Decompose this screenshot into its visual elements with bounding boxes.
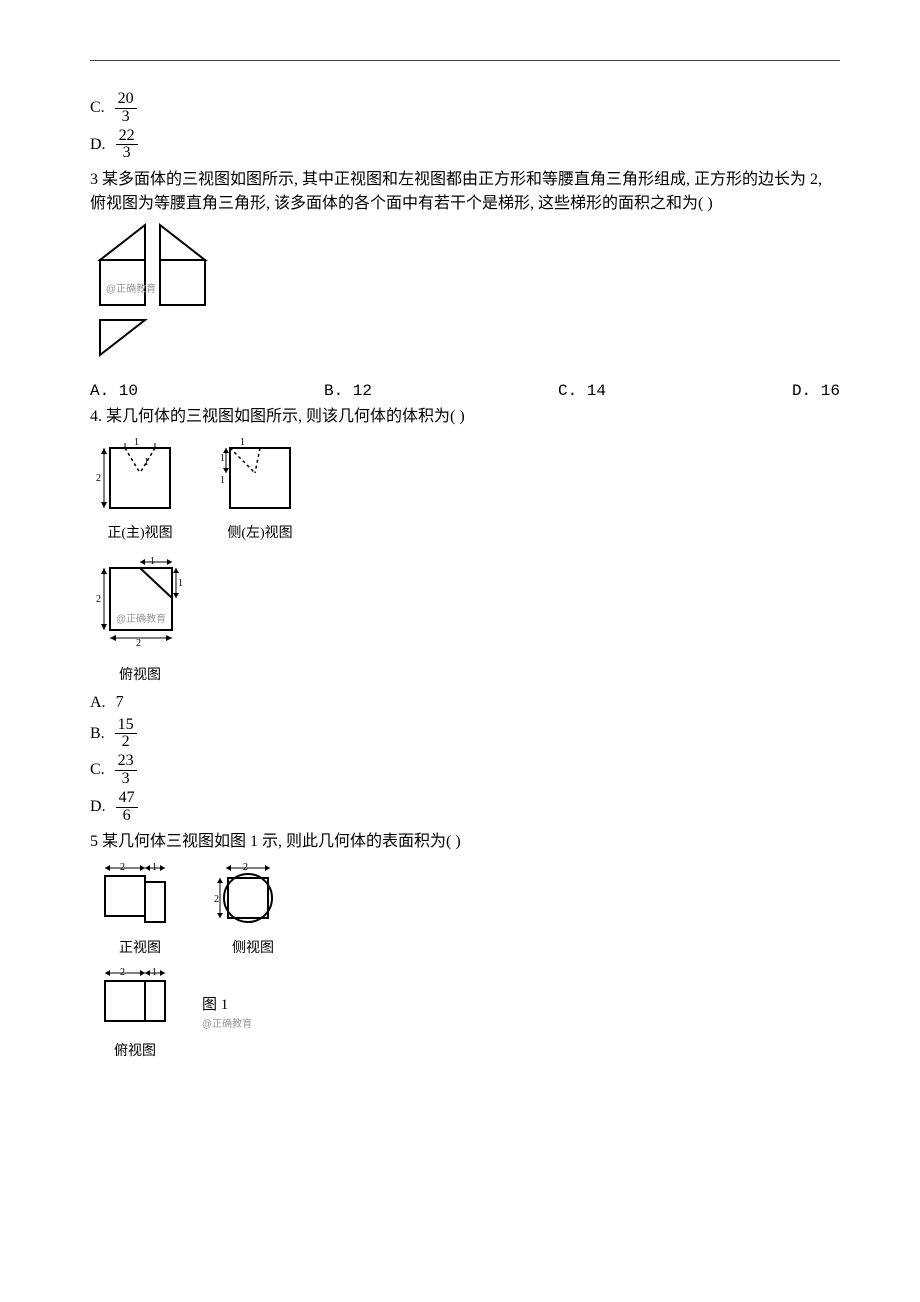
option-label: D.	[90, 133, 106, 157]
fraction-num: 20	[115, 91, 137, 109]
q5-figure-top: 2 1 俯视图 图 1 @正确教育	[90, 963, 840, 1062]
fraction-num: 15	[115, 717, 137, 735]
svg-text:2: 2	[96, 473, 101, 484]
watermark: @正确教育	[106, 282, 166, 297]
q3-figure: @正确教育	[90, 220, 840, 375]
watermark: @正确教育	[116, 612, 176, 627]
q5-fig-label: 图 1	[202, 997, 228, 1013]
q3-option-c: C. 14	[558, 379, 606, 403]
fraction-den: 3	[115, 109, 137, 126]
svg-text:1: 1	[144, 457, 149, 468]
q2-option-d: D. 22 3	[90, 128, 840, 163]
fraction: 15 2	[115, 717, 137, 752]
fraction: 22 3	[116, 128, 138, 163]
q4-front-label: 正(主)视图	[90, 523, 190, 544]
svg-text:1: 1	[220, 475, 225, 486]
option-label: D.	[90, 795, 106, 819]
q4-side-label: 侧(左)视图	[210, 523, 310, 544]
fraction: 20 3	[115, 91, 137, 126]
option-label: A.	[90, 691, 106, 715]
q3-options-row: A. 10 B. 12 C. 14 D. 16	[90, 379, 840, 403]
q4-option-c: C. 23 3	[90, 753, 840, 788]
svg-text:1: 1	[240, 437, 245, 448]
svg-text:2: 2	[96, 594, 101, 605]
q4-top-label: 俯视图	[90, 665, 190, 686]
svg-text:1: 1	[220, 453, 225, 464]
q4-option-d: D. 47 6	[90, 790, 840, 825]
q3-option-d: D. 16	[792, 379, 840, 403]
svg-text:1: 1	[178, 578, 183, 589]
q5-figure-row1: 2 1 正视图 2 2 侧视图	[90, 858, 840, 959]
q5-side-label: 侧视图	[208, 938, 298, 959]
q2-option-c: C. 20 3	[90, 91, 840, 126]
q5-text: 5 某几何体三视图如图 1 示, 则此几何体的表面积为( )	[90, 830, 840, 854]
fraction: 23 3	[115, 753, 137, 788]
option-label: C.	[90, 758, 105, 782]
svg-text:1: 1	[134, 437, 139, 448]
q4-option-b: B. 15 2	[90, 717, 840, 752]
fraction: 47 6	[116, 790, 138, 825]
q4-option-a: A. 7	[90, 690, 840, 714]
option-value: 7	[116, 694, 124, 711]
page-divider	[90, 60, 840, 61]
q4-figure-row1: 1 2 1 正(主)视图 1 1 1 侧(左)视图	[90, 433, 840, 544]
fraction-den: 6	[116, 808, 138, 825]
fraction-den: 3	[115, 771, 137, 788]
option-label: B.	[90, 722, 105, 746]
q3-text: 3 某多面体的三视图如图所示, 其中正视图和左视图都由正方形和等腰直角三角形组成…	[90, 168, 840, 216]
option-label: C.	[90, 96, 105, 120]
fraction-den: 3	[116, 145, 138, 162]
fraction-num: 47	[116, 790, 138, 808]
q5-top-label: 俯视图	[90, 1041, 180, 1062]
q3-option-a: A. 10	[90, 379, 138, 403]
q4-text: 4. 某几何体的三视图如图所示, 则该几何体的体积为( )	[90, 405, 840, 429]
svg-text:2: 2	[214, 894, 219, 905]
fraction-num: 22	[116, 128, 138, 146]
svg-text:2: 2	[136, 638, 141, 649]
fraction-num: 23	[115, 753, 137, 771]
q5-front-label: 正视图	[90, 938, 190, 959]
fraction-den: 2	[115, 734, 137, 751]
q4-figure-top: 1 1 2 2 @正确教育 俯视图	[90, 550, 840, 686]
q3-option-b: B. 12	[324, 379, 372, 403]
watermark: @正确教育	[202, 1017, 252, 1032]
